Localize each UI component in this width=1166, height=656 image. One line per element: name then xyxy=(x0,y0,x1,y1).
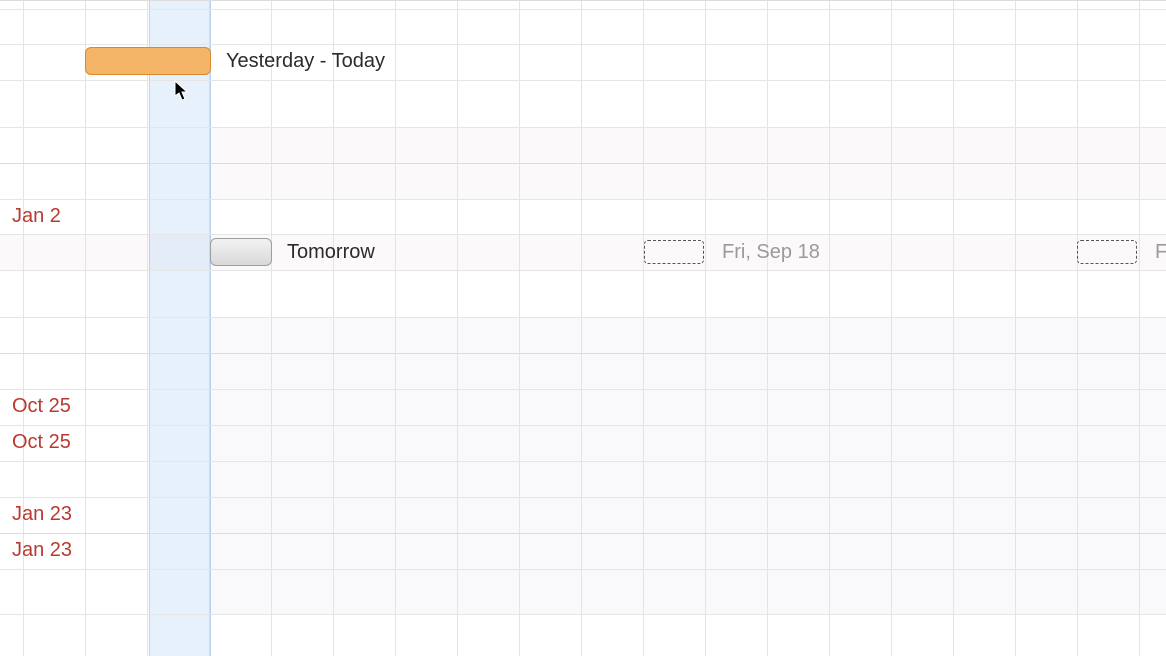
grid-row-line xyxy=(0,80,1166,81)
task-bar-label: Yesterday - Today xyxy=(226,50,385,73)
grid-row-line xyxy=(0,317,1166,318)
grid-column-line xyxy=(643,0,644,656)
grid-column-line xyxy=(705,0,706,656)
grid-row-line xyxy=(0,199,1166,200)
grid-row-line xyxy=(0,0,1166,1)
grid-column-line xyxy=(829,0,830,656)
row-date-label: Oct 25 xyxy=(12,395,71,418)
grid-row-line xyxy=(0,44,1166,45)
grid-row-line xyxy=(0,389,1166,390)
grid-column-line xyxy=(333,0,334,656)
grid-row-line xyxy=(0,461,1166,462)
grid-column-line xyxy=(953,0,954,656)
task-bar-label: Tomorrow xyxy=(287,241,375,264)
grid-row-line xyxy=(0,353,1166,354)
grid-column-line xyxy=(519,0,520,656)
grid-row-line xyxy=(0,614,1166,615)
row-date-label: Oct 25 xyxy=(12,431,71,454)
task-bar-ghost[interactable] xyxy=(644,240,704,264)
grid-column-line xyxy=(147,0,148,656)
grid-row-line xyxy=(0,270,1166,271)
today-column-highlight xyxy=(149,0,211,656)
grid-row-line xyxy=(0,163,1166,164)
grid-column-line xyxy=(1077,0,1078,656)
grid-column-line xyxy=(581,0,582,656)
row-date-label: Jan 23 xyxy=(12,539,72,562)
task-bar-ghost[interactable] xyxy=(1077,240,1137,264)
grid-row-line xyxy=(0,533,1166,534)
grid-column-line xyxy=(1015,0,1016,656)
row-date-label: Jan 2 xyxy=(12,205,61,228)
grid-row-line xyxy=(0,569,1166,570)
task-bar-yesterday-today[interactable] xyxy=(85,47,211,75)
grid-column-line xyxy=(457,0,458,656)
grid-column-line xyxy=(1139,0,1140,656)
gantt-chart[interactable]: Jan 2 Oct 25 Oct 25 Jan 23 Jan 23 Yester… xyxy=(0,0,1166,656)
task-bar-label: F xyxy=(1155,241,1166,264)
grid-column-line xyxy=(271,0,272,656)
grid-column-line xyxy=(891,0,892,656)
row-date-label: Jan 23 xyxy=(12,503,72,526)
grid-column-line xyxy=(395,0,396,656)
grid-row-line xyxy=(0,497,1166,498)
grid-column-line xyxy=(85,0,86,656)
task-bar-label: Fri, Sep 18 xyxy=(722,241,820,264)
task-bar-tomorrow[interactable] xyxy=(210,238,272,266)
grid-column-line xyxy=(767,0,768,656)
grid-row-line xyxy=(0,425,1166,426)
grid-row-line xyxy=(0,234,1166,235)
grid-row-line xyxy=(0,127,1166,128)
grid-row-line xyxy=(0,9,1166,10)
